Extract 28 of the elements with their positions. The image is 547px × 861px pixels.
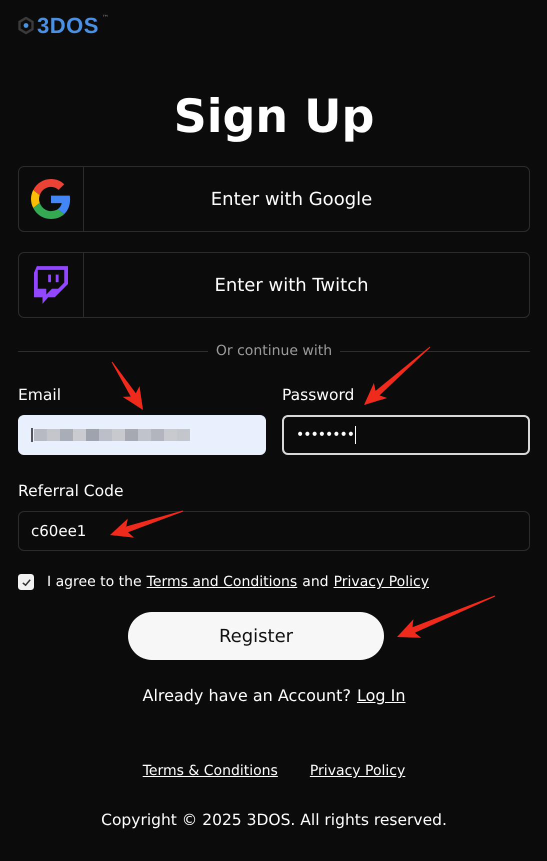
register-button[interactable]: Register [128, 612, 384, 660]
password-field[interactable]: •••••••• [282, 415, 530, 455]
copyright-text: Copyright © 2025 3DOS. All rights reserved. [100, 811, 448, 829]
google-icon [31, 179, 71, 219]
annotation-arrow [112, 362, 143, 410]
field-label: Email [18, 385, 62, 405]
annotation-arrow [364, 346, 430, 405]
login-prompt: Already have an Account? [142, 686, 351, 705]
privacy-link[interactable]: Privacy Policy [334, 574, 429, 590]
field-label: Referral Code [18, 481, 124, 501]
agreement-text: I agree to the [47, 574, 142, 590]
logo-text: 3DOS [37, 13, 99, 39]
footer-link[interactable]: Privacy Policy [310, 763, 406, 779]
page-title: Sign Up [174, 88, 374, 145]
social-login-button[interactable]: Enter with Twitch [18, 252, 530, 318]
logo-icon [18, 17, 34, 35]
terms-link[interactable]: Terms and Conditions [146, 574, 298, 590]
email-field[interactable] [18, 415, 266, 455]
social-login-button[interactable]: Enter with Google [18, 166, 530, 232]
agree-checkbox[interactable] [18, 574, 34, 590]
divider-text: Or continue with [216, 343, 332, 359]
footer-link[interactable]: Terms & Conditions [142, 763, 278, 779]
agreement-text: and [302, 574, 329, 590]
check-icon [20, 576, 32, 588]
login-link[interactable]: Log In [356, 686, 406, 705]
twitch-icon [34, 266, 68, 304]
field-label: Password [282, 385, 356, 405]
referral-code-field[interactable]: c60ee1 [18, 511, 530, 551]
